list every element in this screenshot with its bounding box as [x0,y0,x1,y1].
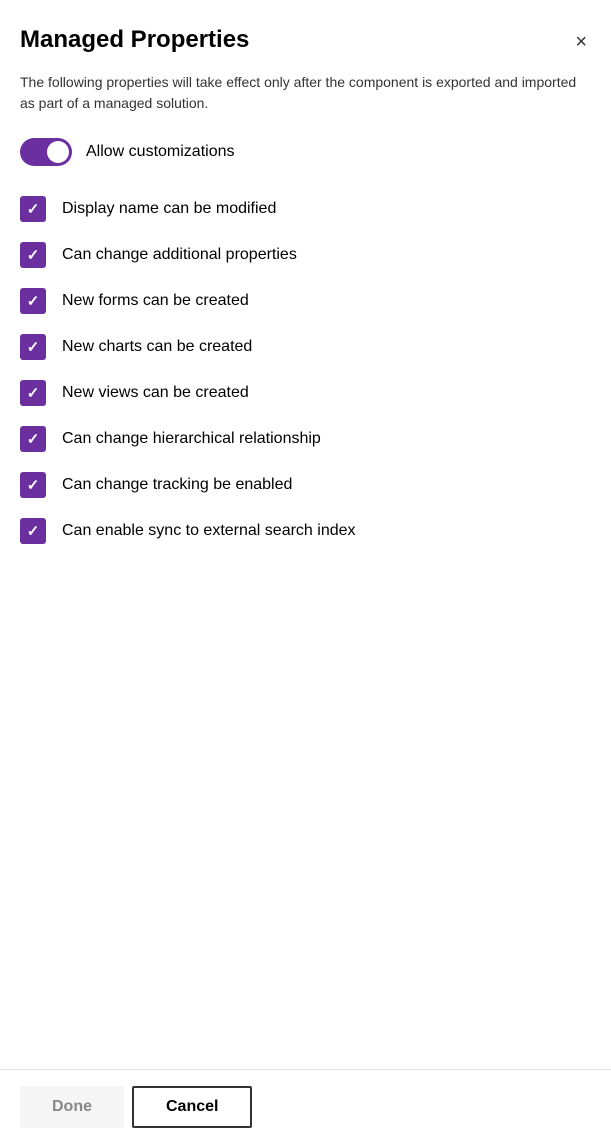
dialog-title: Managed Properties [20,24,249,55]
done-button[interactable]: Done [20,1086,124,1128]
checkbox-3[interactable]: ✓ [20,334,46,360]
managed-properties-dialog: Managed Properties × The following prope… [0,0,611,1144]
checkmark-icon: ✓ [27,386,40,401]
dialog-description: The following properties will take effec… [20,72,591,114]
dialog-footer: Done Cancel [0,1069,611,1144]
checkbox-row: ✓ Can change hierarchical relationship [20,416,591,462]
checkbox-row: ✓ New forms can be created [20,278,591,324]
allow-customizations-toggle[interactable] [20,138,72,166]
checkbox-label: New views can be created [62,382,249,404]
close-button[interactable]: × [571,28,591,56]
checkbox-row: ✓ Can change additional properties [20,232,591,278]
toggle-track [20,138,72,166]
checkmark-icon: ✓ [27,524,40,539]
cancel-button[interactable]: Cancel [132,1086,252,1128]
checkmark-icon: ✓ [27,202,40,217]
dialog-body: Managed Properties × The following prope… [0,0,611,1069]
checkbox-label: Can enable sync to external search index [62,520,356,542]
checkbox-5[interactable]: ✓ [20,426,46,452]
checkbox-label: Can change tracking be enabled [62,474,292,496]
checkbox-7[interactable]: ✓ [20,518,46,544]
checkbox-6[interactable]: ✓ [20,472,46,498]
checkbox-row: ✓ New charts can be created [20,324,591,370]
toggle-row: Allow customizations [20,138,591,166]
checkbox-label: Can change additional properties [62,244,297,266]
checkmark-icon: ✓ [27,294,40,309]
checkbox-row: ✓ Display name can be modified [20,186,591,232]
checkbox-1[interactable]: ✓ [20,242,46,268]
checkmark-icon: ✓ [27,248,40,263]
checkbox-label: New forms can be created [62,290,249,312]
checkmark-icon: ✓ [27,340,40,355]
toggle-label: Allow customizations [86,143,235,161]
checkbox-list: ✓ Display name can be modified ✓ Can change… [20,186,591,554]
checkbox-2[interactable]: ✓ [20,288,46,314]
checkbox-row: ✓ New views can be created [20,370,591,416]
checkbox-4[interactable]: ✓ [20,380,46,406]
checkmark-icon: ✓ [27,478,40,493]
checkbox-row: ✓ Can enable sync to external search inde… [20,508,591,554]
checkmark-icon: ✓ [27,432,40,447]
checkbox-label: New charts can be created [62,336,252,358]
checkbox-0[interactable]: ✓ [20,196,46,222]
dialog-header: Managed Properties × [20,24,591,56]
checkbox-row: ✓ Can change tracking be enabled [20,462,591,508]
toggle-thumb [47,141,69,163]
checkbox-label: Can change hierarchical relationship [62,428,321,450]
checkbox-label: Display name can be modified [62,198,276,220]
